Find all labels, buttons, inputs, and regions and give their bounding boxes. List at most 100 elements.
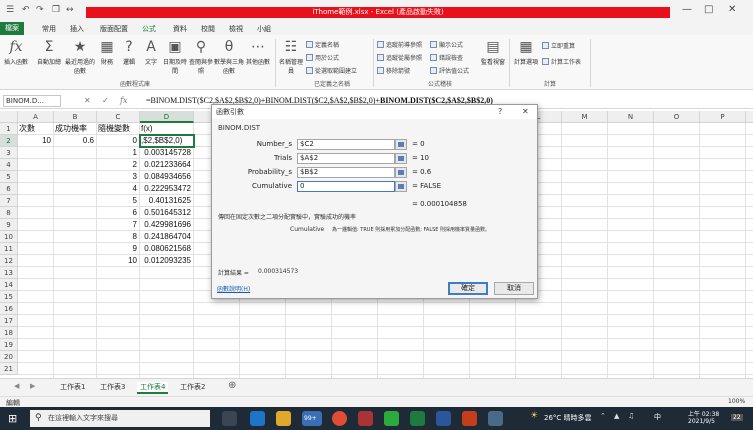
recent-functions-button[interactable]: ★ 最近用過的函數	[64, 39, 96, 75]
column-header-b[interactable]: B	[54, 111, 97, 123]
cell-d9[interactable]: 0.429981696	[141, 219, 193, 231]
cell-d2-editing[interactable]: ,$2,$B$2,0)	[141, 135, 193, 147]
column-header-m[interactable]: M	[562, 111, 608, 123]
new-file-icon[interactable]: ❐	[52, 5, 60, 15]
cell-a2[interactable]: 10	[19, 135, 53, 147]
range-select-icon[interactable]	[395, 139, 407, 150]
cell-c10[interactable]: 8	[98, 231, 139, 243]
prev-sheet-icon[interactable]: ◀	[14, 382, 19, 390]
math-button[interactable]: θ 數學與三角函數	[214, 39, 244, 75]
cell-d12[interactable]: 0.012093235	[141, 255, 193, 267]
word-icon[interactable]	[436, 411, 451, 426]
cell-b2[interactable]: 0.6	[55, 135, 96, 147]
row-header-20[interactable]: 20	[0, 351, 18, 363]
cell-d11[interactable]: 0.080621568	[141, 243, 193, 255]
name-manager-button[interactable]: ☷ 名稱管理員	[278, 39, 304, 75]
column-header-q[interactable]: Q	[746, 111, 753, 123]
name-box[interactable]: BINOM.D...	[3, 95, 61, 107]
cell-c5[interactable]: 3	[98, 171, 139, 183]
sheet-tab-4[interactable]: 工作表4	[137, 382, 169, 394]
column-header-p[interactable]: P	[700, 111, 746, 123]
arg-input-trials[interactable]: $A$2	[297, 153, 395, 164]
autosum-button[interactable]: Σ 自動加總	[34, 39, 64, 66]
use-in-formula-button[interactable]: 用於公式	[306, 53, 339, 62]
tab-data[interactable]: 資料	[173, 24, 187, 34]
column-header-o[interactable]: O	[654, 111, 700, 123]
row-header-15[interactable]: 15	[0, 291, 18, 303]
zoom-level[interactable]: 100%	[728, 398, 745, 405]
tab-home[interactable]: 常用	[42, 24, 56, 34]
arg-input-cumulative[interactable]: 0	[297, 181, 395, 192]
insert-function-button[interactable]: fx 插入函數	[2, 39, 30, 66]
mail-icon[interactable]: 99+	[302, 411, 322, 426]
row-header-19[interactable]: 19	[0, 339, 18, 351]
next-sheet-icon[interactable]: ▶	[30, 382, 35, 390]
tab-view[interactable]: 檢視	[229, 24, 243, 34]
volume-icon[interactable]: ♫	[628, 412, 634, 420]
row-header-13[interactable]: 13	[0, 267, 18, 279]
notification-count[interactable]: 22	[731, 414, 743, 421]
file-explorer-icon[interactable]	[276, 411, 291, 426]
tray-expand-icon[interactable]: ⌃	[600, 412, 606, 420]
tab-team[interactable]: 小組	[257, 24, 271, 34]
taskbar-search-input[interactable]: 在這裡輸入文字來搜尋	[30, 410, 210, 427]
more-functions-button[interactable]: ⋯ 其他函數	[244, 39, 272, 66]
line-icon[interactable]	[384, 411, 399, 426]
redo-icon[interactable]: ↷	[36, 5, 44, 15]
help-icon[interactable]: ?	[498, 107, 502, 116]
text-button[interactable]: A 文字	[140, 39, 162, 66]
select-all-corner[interactable]	[0, 111, 18, 123]
financial-button[interactable]: ▦ 財務	[96, 39, 118, 66]
cell-c4[interactable]: 2	[98, 159, 139, 171]
row-header-5[interactable]: 5	[0, 171, 18, 183]
weather-text[interactable]: 26°C 晴時多雲	[544, 413, 592, 423]
row-header-17[interactable]: 17	[0, 315, 18, 327]
autosave-icon[interactable]: ☰	[6, 5, 14, 15]
row-header-11[interactable]: 11	[0, 243, 18, 255]
lookup-button[interactable]: ⚲ 查閱與參照	[188, 39, 214, 75]
cell-d5[interactable]: 0.084934656	[141, 171, 193, 183]
cell-c8[interactable]: 6	[98, 207, 139, 219]
row-header-14[interactable]: 14	[0, 279, 18, 291]
add-sheet-icon[interactable]: ⊕	[228, 380, 236, 391]
row-header-18[interactable]: 18	[0, 327, 18, 339]
cell-d7[interactable]: 0.40131625	[141, 195, 193, 207]
logical-button[interactable]: ? 邏輯	[118, 39, 140, 66]
close-window-icon[interactable]: ✕	[728, 4, 736, 15]
fx-icon[interactable]: fx	[120, 96, 127, 105]
cell-c11[interactable]: 9	[98, 243, 139, 255]
row-header-21[interactable]: 21	[0, 363, 18, 375]
cell-d6[interactable]: 0.222953472	[141, 183, 193, 195]
row-header-1[interactable]: 1	[0, 123, 18, 135]
row-header-8[interactable]: 8	[0, 207, 18, 219]
define-name-button[interactable]: 定義名稱	[306, 40, 339, 49]
edge-icon[interactable]	[250, 411, 265, 426]
task-view-icon[interactable]	[222, 411, 237, 426]
calc-options-button[interactable]: ▦ 計算選項	[512, 39, 540, 66]
column-header-a[interactable]: A	[18, 111, 54, 123]
tab-page-layout[interactable]: 版面配置	[100, 24, 128, 34]
ok-button[interactable]: 確定	[448, 282, 488, 295]
error-checking-button[interactable]: 錯誤檢查	[430, 53, 463, 62]
arg-input-number-s[interactable]: $C2	[297, 139, 395, 150]
close-icon[interactable]: ✕	[522, 107, 529, 116]
function-help-link[interactable]: 函數說明(H)	[217, 284, 250, 293]
cell-c3[interactable]: 1	[98, 147, 139, 159]
cell-b1[interactable]: 成功機率	[55, 123, 96, 135]
show-formulas-button[interactable]: 顯示公式	[430, 40, 463, 49]
tab-insert[interactable]: 插入	[70, 24, 84, 34]
maximize-icon[interactable]: □	[704, 4, 713, 15]
windows-start-icon[interactable]: ⊞	[8, 412, 17, 425]
photos-icon[interactable]	[488, 411, 503, 426]
tab-file[interactable]: 檔案	[0, 22, 24, 35]
network-icon[interactable]: ▲	[614, 412, 619, 420]
calc-now-button[interactable]: 立即重算	[542, 41, 575, 50]
clock-date[interactable]: 2021/9/5	[688, 418, 715, 425]
trace-precedents-button[interactable]: 追蹤前導參照	[377, 40, 422, 49]
clock-time[interactable]: 上午 02:38	[688, 409, 719, 418]
remove-arrows-button[interactable]: 移除箭號	[377, 66, 410, 75]
datetime-button[interactable]: ▣ 日期及時間	[162, 39, 188, 75]
row-header-7[interactable]: 7	[0, 195, 18, 207]
arg-input-probability-s[interactable]: $B$2	[297, 167, 395, 178]
cell-d4[interactable]: 0.021233664	[141, 159, 193, 171]
